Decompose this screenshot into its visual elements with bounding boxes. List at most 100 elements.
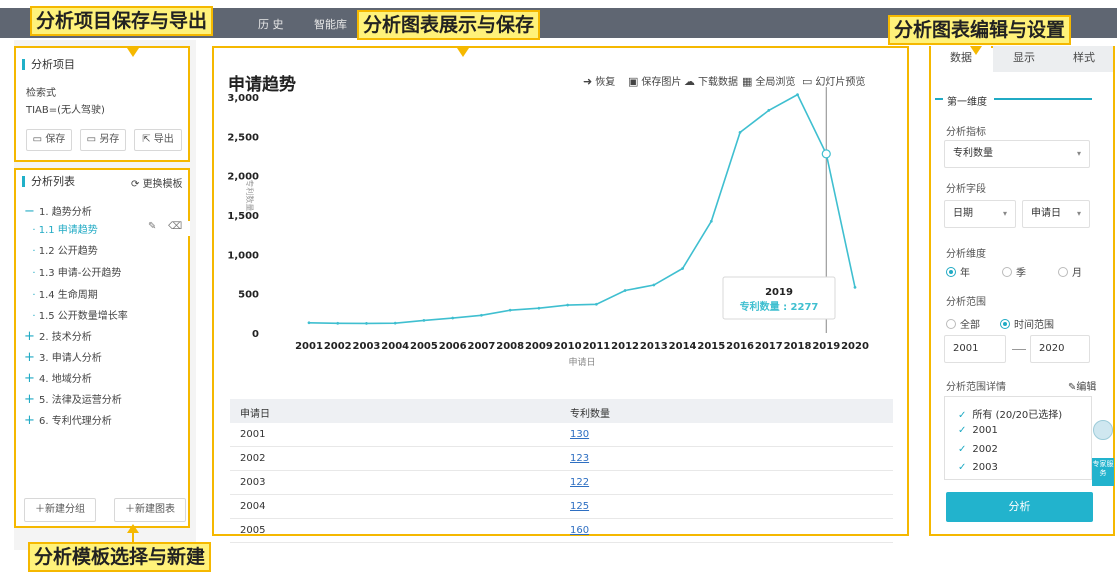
settings-tabs: 数据 显示 样式 bbox=[931, 46, 1114, 72]
tree-item[interactable]: + 2. 技术分析 bbox=[24, 328, 92, 344]
bullet-icon: · bbox=[26, 268, 39, 279]
new-chart-button[interactable]: ＋新建图表 bbox=[114, 498, 186, 522]
table-cell-count-link[interactable]: 125 bbox=[570, 501, 589, 512]
tree-item[interactable]: · 1.4 生命周期 bbox=[26, 286, 98, 301]
table-row: 2001 130 bbox=[230, 423, 893, 447]
x-tick-label: 2003 bbox=[353, 341, 381, 352]
tree-item-label: 2. 技术分析 bbox=[39, 332, 92, 343]
chart-tooltip: 2019 专利数量 : 2277 bbox=[722, 276, 836, 320]
range-to-input[interactable]: 2020 bbox=[1030, 335, 1090, 363]
data-point bbox=[336, 321, 340, 325]
expand-icon: + bbox=[24, 329, 40, 344]
table-cell-date: 2004 bbox=[240, 501, 266, 512]
data-point bbox=[537, 306, 541, 310]
tree-item[interactable]: + 4. 地域分析 bbox=[24, 370, 92, 386]
y-tick-label: 1,500 bbox=[227, 211, 259, 222]
field-label: 分析字段 bbox=[946, 184, 986, 195]
data-point bbox=[307, 321, 311, 325]
check-icon: ✓ bbox=[958, 410, 967, 421]
range-checkbox[interactable]: ✓ 所有 (20/20已选择) bbox=[958, 406, 1062, 421]
export-button[interactable]: ⇱ 导出 bbox=[134, 129, 182, 151]
tab-style[interactable]: 样式 bbox=[1055, 46, 1113, 72]
tree-item[interactable]: + 5. 法律及运营分析 bbox=[24, 391, 122, 407]
check-icon: ✓ bbox=[958, 444, 967, 455]
x-axis-label: 申请日 bbox=[568, 356, 595, 368]
dimension-rule-right bbox=[994, 98, 1092, 100]
tree-item[interactable]: · 1.5 公开数量增长率 bbox=[26, 307, 128, 322]
save-button[interactable]: ▭ 保存 bbox=[26, 129, 72, 151]
y-axis-label: 专利数量 bbox=[245, 179, 255, 211]
tree-item[interactable]: + 6. 专利代理分析 bbox=[24, 412, 112, 428]
nav-smart-library[interactable]: 智能库 bbox=[314, 16, 347, 32]
range-checkbox[interactable]: ✓ 2001 bbox=[958, 425, 998, 436]
tree-item[interactable]: · 1.1 申请趋势 bbox=[26, 221, 190, 236]
nav-history[interactable]: 历 史 bbox=[258, 16, 284, 32]
data-point bbox=[623, 289, 627, 292]
analyze-button[interactable]: 分析 bbox=[946, 492, 1093, 522]
tree-item[interactable]: − 1. 趋势分析 bbox=[24, 203, 92, 219]
switch-template-button[interactable]: ⟳ 更换模板 bbox=[131, 175, 183, 190]
y-tick-label: 500 bbox=[238, 290, 259, 301]
x-tick-label: 2009 bbox=[525, 341, 553, 352]
delete-icon[interactable]: ⌫ bbox=[168, 221, 182, 232]
edit-icon[interactable]: ✎ bbox=[148, 221, 156, 232]
edit-range-button[interactable]: ✎编辑 bbox=[1068, 378, 1096, 393]
table-cell-count-link[interactable]: 130 bbox=[570, 429, 589, 440]
tree-item-label: 1.4 生命周期 bbox=[38, 290, 98, 301]
table-body: 2001 130 2002 123 2003 122 2004 125 2005 160 bbox=[230, 423, 893, 543]
tab-data[interactable]: 数据 bbox=[931, 46, 991, 72]
query-label: 检索式 bbox=[26, 88, 56, 99]
expand-icon: + bbox=[24, 392, 40, 407]
tree-item[interactable]: + 3. 申请人分析 bbox=[24, 349, 102, 365]
radio-month[interactable]: 月 bbox=[1058, 264, 1082, 279]
expert-service-label: 专家服务 bbox=[1092, 458, 1114, 486]
radio-year[interactable]: 年 bbox=[946, 264, 970, 279]
callout-chart-display-save: 分析图表展示与保存 bbox=[357, 10, 541, 40]
data-point bbox=[422, 318, 426, 322]
tooltip-value: 专利数量 : 2277 bbox=[740, 300, 819, 313]
table-cell-count-link[interactable]: 123 bbox=[570, 453, 589, 464]
radio-dot bbox=[946, 267, 956, 277]
range-checkbox[interactable]: ✓ 2003 bbox=[958, 462, 998, 473]
callout-arrow bbox=[127, 524, 139, 533]
x-tick-label: 2008 bbox=[496, 341, 524, 352]
metric-select[interactable]: 专利数量 ▾ bbox=[944, 140, 1090, 168]
callout-chart-edit-settings: 分析图表编辑与设置 bbox=[888, 15, 1072, 45]
tree-item-label: 1.3 申请-公开趋势 bbox=[38, 268, 122, 279]
table-cell-count-link[interactable]: 160 bbox=[570, 525, 589, 536]
table-cell-count-link[interactable]: 122 bbox=[570, 477, 589, 488]
field-type-select[interactable]: 日期 ▾ bbox=[944, 200, 1016, 228]
tooltip-year: 2019 bbox=[765, 287, 793, 298]
range-checkbox[interactable]: ✓ 2002 bbox=[958, 444, 998, 455]
expand-icon: + bbox=[24, 413, 40, 428]
tree-item[interactable]: · 1.3 申请-公开趋势 bbox=[26, 264, 121, 279]
save-as-button[interactable]: ▭ 另存 bbox=[80, 129, 126, 151]
callout-template-select-new: 分析模板选择与新建 bbox=[28, 542, 212, 572]
tree-item-label: 1.5 公开数量增长率 bbox=[38, 311, 128, 322]
radio-all[interactable]: 全部 bbox=[946, 316, 980, 331]
table-header: 申请日 专利数量 bbox=[230, 399, 893, 423]
field-value-select[interactable]: 申请日 ▾ bbox=[1022, 200, 1090, 228]
data-point bbox=[681, 267, 685, 270]
tab-display[interactable]: 显示 bbox=[993, 46, 1055, 72]
radio-quarter[interactable]: 季 bbox=[1002, 264, 1026, 279]
save-icon: ▭ bbox=[32, 134, 46, 145]
dimension-rule-left bbox=[935, 98, 943, 100]
query-text: TIAB=(无人驾驶) bbox=[26, 105, 105, 116]
x-tick-label: 2001 bbox=[295, 341, 323, 352]
range-dash bbox=[1012, 349, 1026, 350]
radio-dot bbox=[1058, 267, 1068, 277]
expert-service-widget[interactable]: 专家服务 bbox=[1092, 420, 1114, 486]
switch-icon: ⟳ bbox=[131, 179, 143, 190]
radio-time-range[interactable]: 时间范围 bbox=[1000, 316, 1054, 331]
range-detail-label: 分析范围详情 bbox=[946, 382, 1006, 393]
x-tick-label: 2012 bbox=[611, 341, 639, 352]
new-group-button[interactable]: ＋新建分组 bbox=[24, 498, 96, 522]
x-tick-label: 2010 bbox=[554, 341, 582, 352]
tree-item[interactable]: · 1.2 公开趋势 bbox=[26, 242, 97, 257]
export-icon: ⇱ bbox=[142, 134, 154, 145]
range-from-input[interactable]: 2001 bbox=[944, 335, 1006, 363]
tree-item-label: 1.1 申请趋势 bbox=[38, 225, 98, 236]
callout-arrow bbox=[970, 46, 982, 55]
line-chart: 05001,0001,5002,0002,5003,0002001 2002 200… bbox=[227, 87, 869, 368]
